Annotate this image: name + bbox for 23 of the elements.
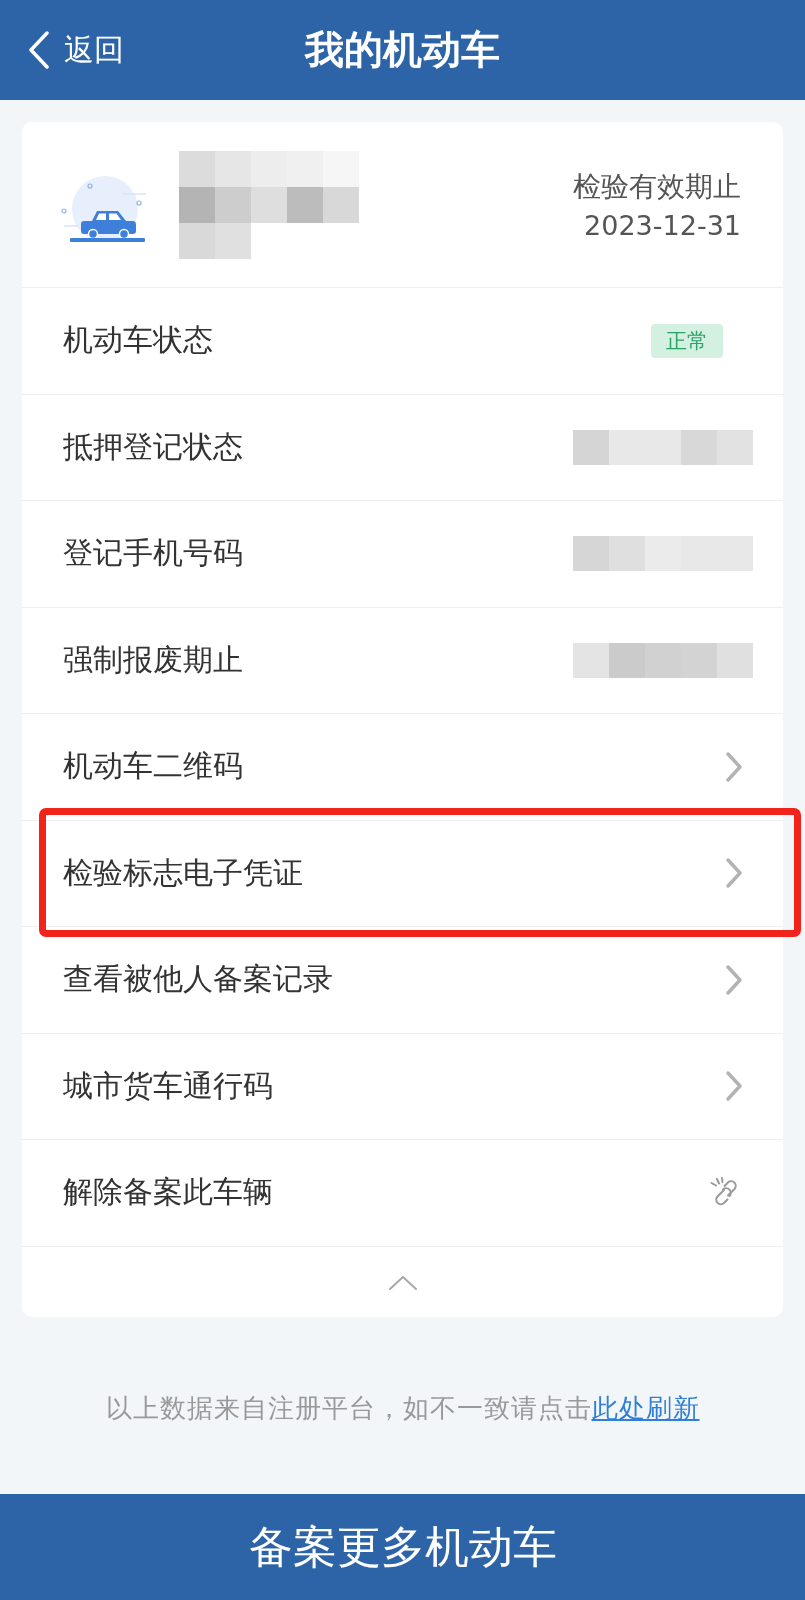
menu-item[interactable]: 城市货车通行码: [22, 1033, 783, 1140]
chevron-right-icon: [725, 857, 743, 890]
row-label: 抵押登记状态: [63, 427, 243, 466]
add-vehicle-button[interactable]: 备案更多机动车: [0, 1494, 805, 1600]
chevron-right-icon: [725, 750, 743, 783]
chevron-right-icon: [725, 1070, 743, 1103]
chevron-right-icon: [725, 963, 743, 996]
page-title: 我的机动车: [305, 26, 500, 74]
row-label: 登记手机号码: [63, 534, 243, 573]
menu-item[interactable]: 查看被他人备案记录: [22, 927, 783, 1034]
footer-note: 以上数据来自注册平台，如不一致请点击此处刷新: [105, 1391, 700, 1425]
inspection-label: 检验有效期止: [573, 169, 741, 205]
status-badge: 正常: [651, 323, 723, 358]
refresh-link[interactable]: 此处刷新: [591, 1392, 700, 1423]
back-button[interactable]: 返回: [24, 25, 128, 75]
menu-item[interactable]: 检验标志电子凭证: [22, 820, 783, 927]
row-label: 机动车状态: [63, 321, 213, 360]
row-label: 强制报废期止: [63, 640, 243, 679]
inspection-date: 2023-12-31: [584, 210, 741, 241]
menu-item[interactable]: 机动车二维码: [22, 714, 783, 821]
chevron-left-icon: [28, 31, 50, 69]
chevron-up-icon[interactable]: [387, 1274, 418, 1291]
menu-item[interactable]: 解除备案此车辆: [22, 1140, 783, 1247]
